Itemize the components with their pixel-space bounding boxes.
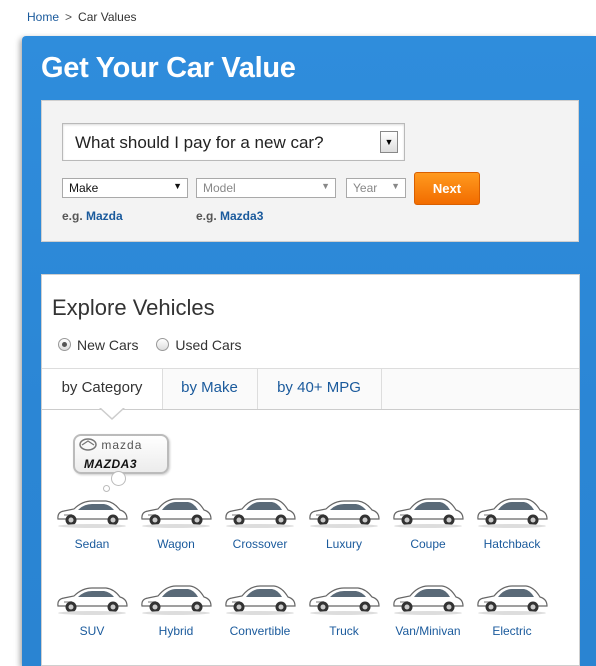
new-cars-label: New Cars [77,337,139,353]
breadcrumb-home-link[interactable]: Home [27,10,59,24]
category-hybrid[interactable]: Hybrid [134,582,218,638]
tab-by-mpg[interactable]: by 40+ MPG [257,369,382,409]
example-prefix: e.g. [62,209,83,223]
category-hatchback[interactable]: Hatchback [470,495,554,551]
category-luxury[interactable]: Luxury [302,495,386,551]
chevron-down-icon: ▼ [321,181,330,191]
featured-brand: mazda [101,438,143,452]
car-image[interactable] [302,495,386,529]
category-label[interactable]: Sedan [50,537,134,551]
category-label[interactable]: Hatchback [470,537,554,551]
category-convertible[interactable]: Convertible [218,582,302,638]
car-image[interactable] [50,495,134,529]
example-make-link[interactable]: Mazda [86,209,123,223]
category-label[interactable]: Convertible [218,624,302,638]
category-label[interactable]: Crossover [218,537,302,551]
year-select-value: Year [353,181,378,195]
category-suv[interactable]: SUV [50,582,134,638]
model-example: e.g. Mazda3 [196,209,263,223]
category-electric[interactable]: Electric [470,582,554,638]
make-example: e.g. Mazda [62,209,123,223]
condition-radio-group: New Cars Used Cars [58,337,256,353]
question-select-value: What should I pay for a new car? [75,133,324,152]
category-label[interactable]: Coupe [386,537,470,551]
tab-by-make[interactable]: by Make [162,369,258,409]
make-select[interactable]: Make ▼ [62,178,188,198]
breadcrumb-separator: > [65,10,73,24]
used-cars-radio[interactable]: Used Cars [156,337,242,353]
radio-checked-icon[interactable] [58,338,71,351]
category-truck[interactable]: Truck [302,582,386,638]
category-label[interactable]: Luxury [302,537,386,551]
category-label[interactable]: SUV [50,624,134,638]
category-label[interactable]: Hybrid [134,624,218,638]
bubble-tail [111,471,126,486]
bubble-tail [103,485,110,492]
chevron-down-icon[interactable]: ▼ [380,131,398,153]
tab-pointer [100,407,124,418]
breadcrumb-current: Car Values [78,10,137,24]
featured-car-bubble[interactable]: mazda MAZDA3 [73,434,169,474]
explore-vehicles-panel: Explore Vehicles New Cars Used Cars by C… [41,274,580,666]
car-image[interactable] [134,495,218,529]
model-select[interactable]: Model ▼ [196,178,336,198]
explore-title: Explore Vehicles [52,295,215,320]
explore-tabs: by Category by Make by 40+ MPG [42,368,579,410]
car-image[interactable] [386,495,470,529]
car-image[interactable] [50,582,134,616]
category-crossover[interactable]: Crossover [218,495,302,551]
category-label[interactable]: Wagon [134,537,218,551]
car-image[interactable] [470,582,554,616]
new-cars-radio[interactable]: New Cars [58,337,138,353]
car-image[interactable] [470,495,554,529]
featured-model: MAZDA3 [84,457,137,471]
category-wagon[interactable]: Wagon [134,495,218,551]
used-cars-label: Used Cars [175,337,242,353]
year-select[interactable]: Year ▼ [346,178,406,198]
car-image[interactable] [386,582,470,616]
car-image[interactable] [302,582,386,616]
question-select[interactable]: What should I pay for a new car? ▼ [62,123,405,161]
breadcrumb: Home > Car Values [27,10,137,24]
page-title: Get Your Car Value [41,52,296,84]
example-model-link[interactable]: Mazda3 [220,209,263,223]
make-select-value: Make [69,181,99,195]
car-value-form: What should I pay for a new car? ▼ Make ▼… [41,100,579,242]
car-image[interactable] [134,582,218,616]
example-prefix: e.g. [196,209,217,223]
car-image[interactable] [218,582,302,616]
tab-by-category[interactable]: by Category [42,369,163,409]
category-label[interactable]: Truck [302,624,386,638]
category-coupe[interactable]: Coupe [386,495,470,551]
next-button[interactable]: Next [414,172,480,205]
model-select-value: Model [203,181,236,195]
chevron-down-icon: ▼ [173,181,182,191]
category-label[interactable]: Van/Minivan [386,624,470,638]
mazda-logo: mazda [79,438,142,452]
car-image[interactable] [218,495,302,529]
chevron-down-icon: ▼ [391,181,400,191]
radio-unchecked-icon[interactable] [156,338,170,351]
category-van-minivan[interactable]: Van/Minivan [386,582,470,638]
category-label[interactable]: Electric [470,624,554,638]
category-sedan[interactable]: Sedan [50,495,134,551]
